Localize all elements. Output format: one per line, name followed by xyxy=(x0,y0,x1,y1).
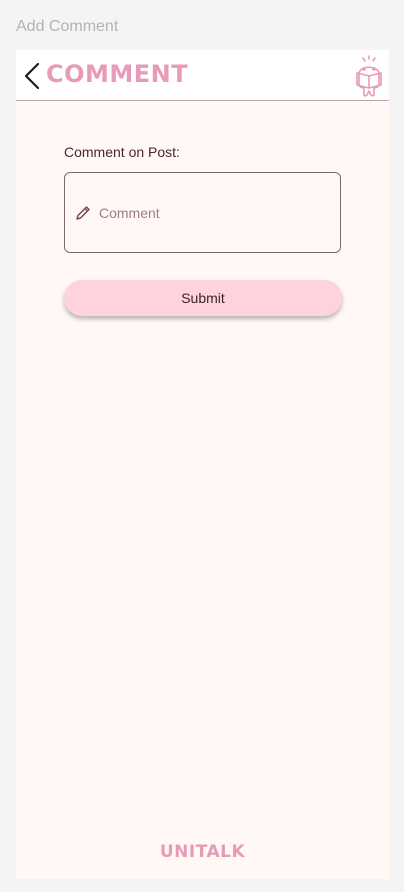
back-button[interactable] xyxy=(20,60,44,92)
brand-logo: UNITALK xyxy=(159,842,246,862)
pencil-icon xyxy=(75,205,91,221)
submit-button[interactable]: Submit xyxy=(64,280,342,316)
comment-field[interactable] xyxy=(64,172,341,253)
top-app-bar: comment xyxy=(16,50,389,101)
page-title: comment xyxy=(46,60,189,88)
frame-title: Add Comment xyxy=(16,18,119,35)
reading-mascot-icon xyxy=(352,54,386,98)
comment-field-label: Comment on Post: xyxy=(64,144,180,160)
chevron-left-icon xyxy=(24,62,40,90)
comment-screen: comment Comment on Post: xyxy=(16,50,389,879)
comment-input[interactable] xyxy=(99,201,329,225)
